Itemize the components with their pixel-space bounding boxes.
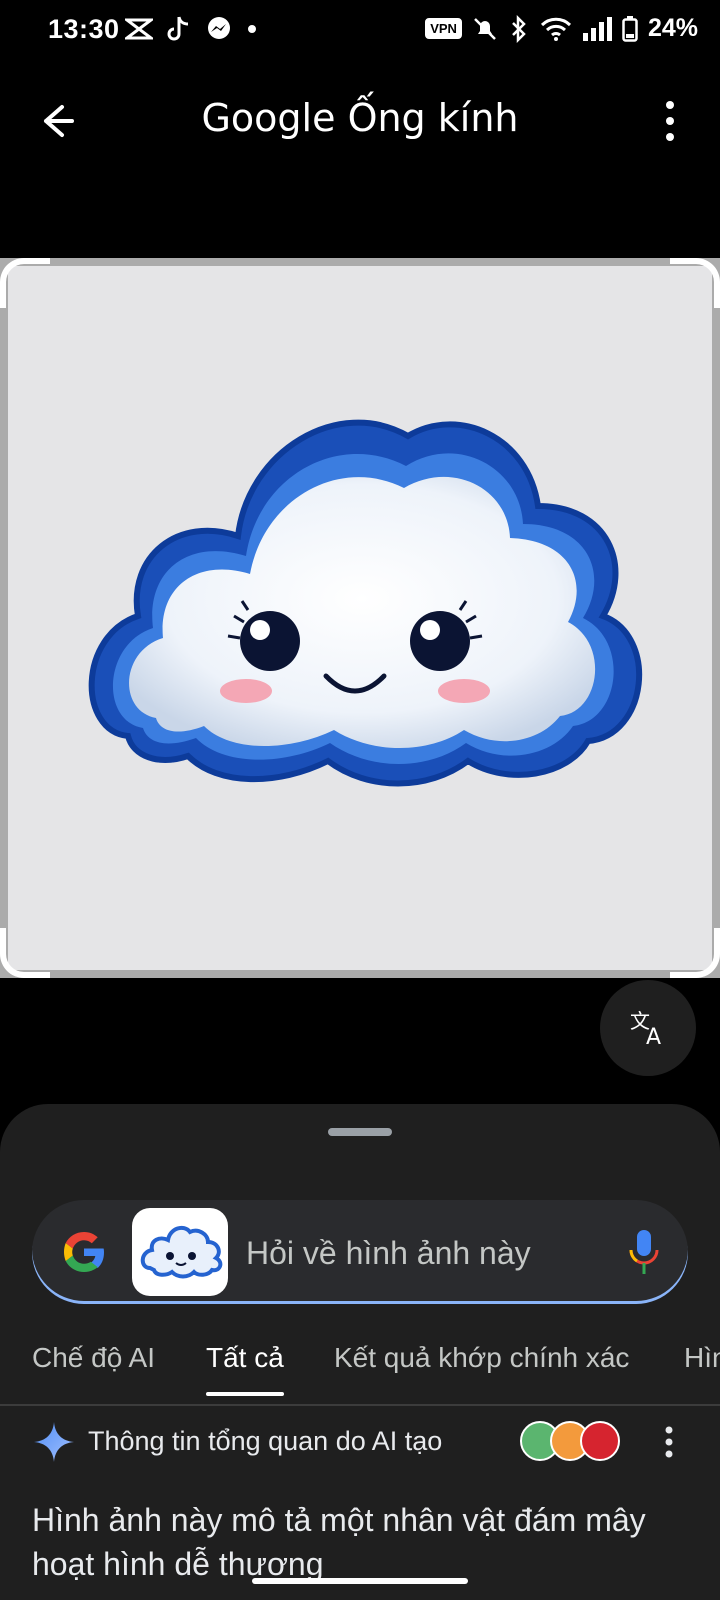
- translate-icon: 文 A: [630, 1009, 661, 1048]
- cartoon-cloud-image: [88, 419, 643, 787]
- signal-icon: [582, 16, 612, 41]
- tiktok-icon: [167, 16, 189, 41]
- sheet-drag-handle[interactable]: [328, 1128, 392, 1136]
- notification-icons: [125, 15, 257, 43]
- system-icons: VPN 24%: [425, 14, 698, 43]
- messenger-icon: [208, 17, 230, 39]
- tab-all[interactable]: Tất cả: [206, 1342, 284, 1396]
- lens-image-area[interactable]: [0, 258, 720, 978]
- ai-overview-title: Thông tin tổng quan do AI tạo: [88, 1426, 443, 1456]
- crop-corner-bottom-left[interactable]: [0, 928, 50, 978]
- app-bar: Google Ống kính: [0, 80, 720, 160]
- cloud-thumbnail-icon: [140, 1225, 223, 1279]
- status-time: 13:30: [48, 14, 120, 44]
- search-bar[interactable]: [32, 1200, 688, 1304]
- translate-button[interactable]: 文 A: [600, 980, 696, 1076]
- search-input[interactable]: [244, 1230, 608, 1276]
- gemini-sparkle-icon: [34, 1422, 74, 1462]
- tab-images[interactable]: Hìn: [684, 1342, 720, 1374]
- gesture-nav-bar[interactable]: [252, 1578, 468, 1584]
- source-favicons[interactable]: [516, 1420, 626, 1462]
- bell-off-icon: [474, 17, 496, 40]
- mic-icon[interactable]: [626, 1228, 662, 1276]
- ai-overview-text: Hình ảnh này mô tả một nhân vật đám mây …: [32, 1502, 646, 1582]
- status-bar: 13:30 VPN 24%: [0, 0, 720, 64]
- crop-corner-top-right[interactable]: [670, 258, 720, 308]
- battery-icon: [622, 15, 638, 42]
- tab-ai-mode[interactable]: Chế độ AI: [32, 1342, 155, 1374]
- page-title: Google Ống kính: [201, 96, 519, 140]
- wifi-icon: [540, 17, 572, 41]
- crop-corner-bottom-right[interactable]: [670, 928, 720, 978]
- selected-image-thumbnail[interactable]: [132, 1208, 228, 1296]
- bluetooth-icon: [512, 14, 526, 43]
- ai-overview-more-icon[interactable]: [662, 1422, 676, 1462]
- battery-level: 24%: [647, 14, 698, 42]
- svg-text:A: A: [646, 1025, 661, 1048]
- vpn-badge: VPN: [425, 18, 462, 39]
- capcut-icon: [125, 18, 153, 40]
- ai-overview-header: Thông tin tổng quan do AI tạo: [32, 1418, 692, 1468]
- crop-corner-top-left[interactable]: [0, 258, 50, 308]
- google-g-icon: [64, 1232, 104, 1272]
- more-vert-icon[interactable]: [660, 98, 680, 144]
- tab-exact-matches[interactable]: Kết quả khớp chính xác: [334, 1342, 629, 1374]
- dot-icon: [248, 25, 256, 33]
- result-tabs: Chế độ AI Tất cả Kết quả khớp chính xác …: [0, 1342, 720, 1406]
- results-sheet[interactable]: Chế độ AI Tất cả Kết quả khớp chính xác …: [0, 1104, 720, 1600]
- image-canvas: [8, 266, 712, 970]
